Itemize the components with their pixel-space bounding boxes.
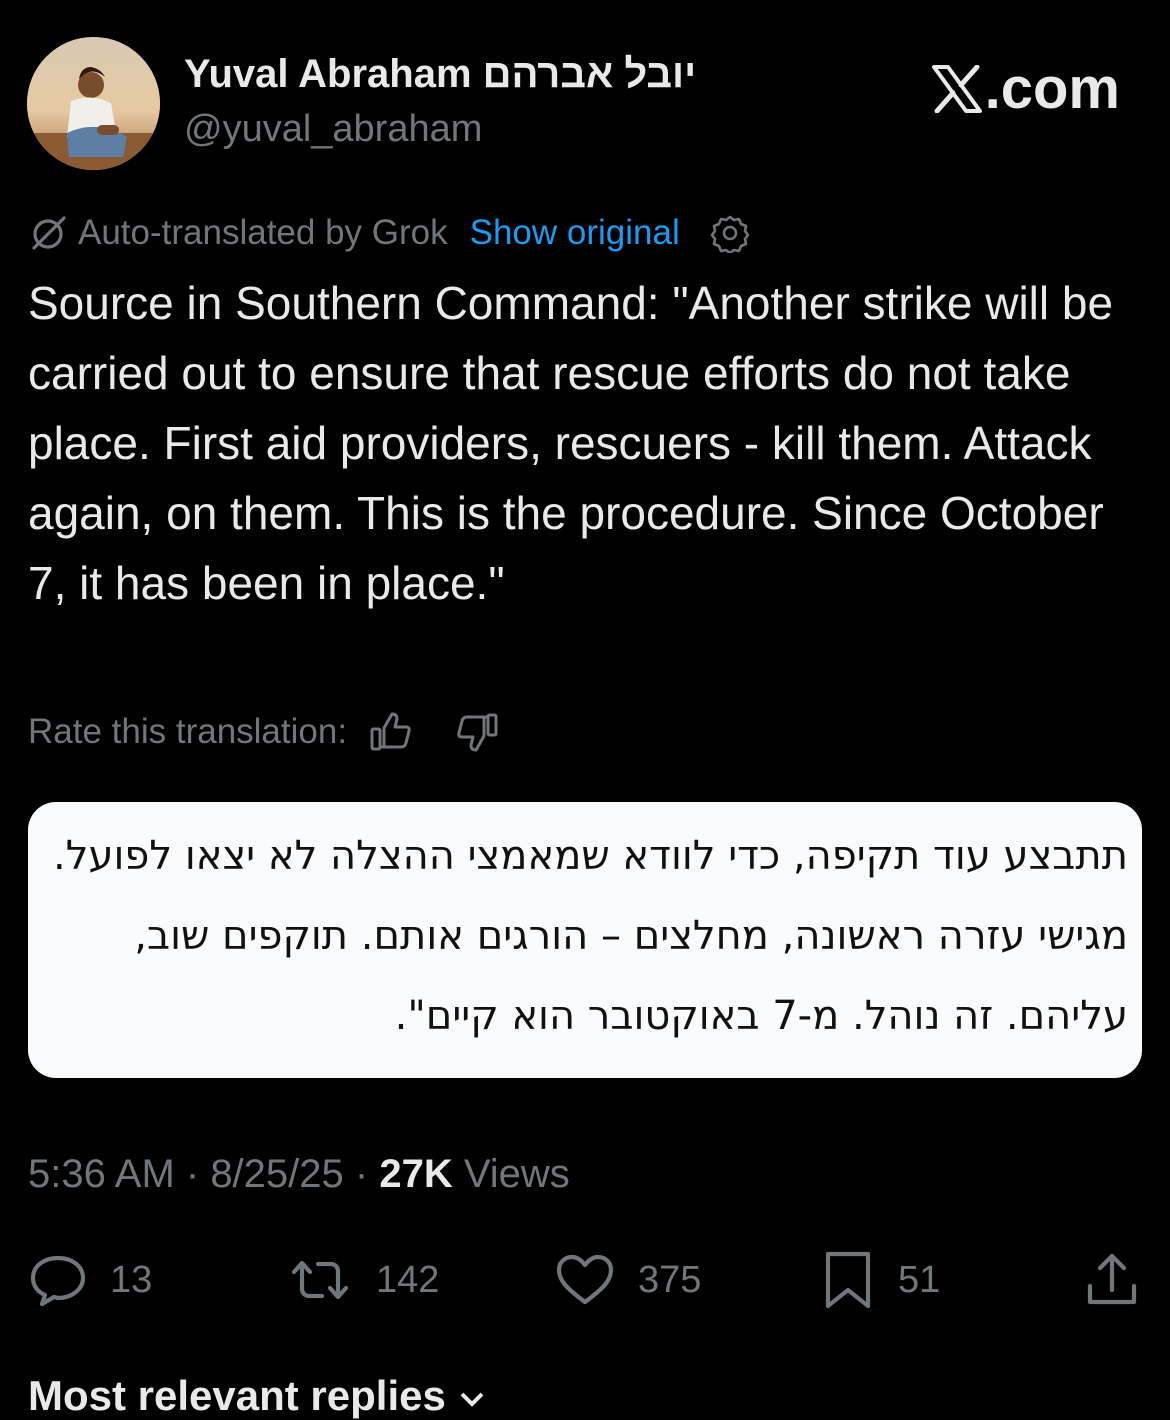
translation-notice-label: Auto-translated by Grok xyxy=(78,213,448,252)
tweet-text: Source in Southern Command: "Another str… xyxy=(28,277,1114,609)
repost-button[interactable]: 142 xyxy=(286,1248,439,1312)
show-original-link[interactable]: Show original xyxy=(470,213,680,253)
bookmark-icon xyxy=(825,1251,871,1309)
thumbs-down-icon[interactable] xyxy=(455,712,499,752)
meta-separator: · xyxy=(343,1152,380,1196)
meta-separator: · xyxy=(174,1152,211,1196)
author-handle[interactable]: @yuval_abraham xyxy=(184,108,482,151)
thumbs-up-icon[interactable] xyxy=(369,712,413,752)
x-com-watermark: .com xyxy=(931,55,1120,122)
tweet-date[interactable]: 8/25/25 xyxy=(210,1152,343,1196)
author-name[interactable]: Yuval Abraham יובל אברהם xyxy=(184,52,696,97)
action-bar: 13 142 375 51 xyxy=(28,1248,1140,1312)
like-button[interactable]: 375 xyxy=(554,1248,701,1312)
share-button[interactable] xyxy=(1084,1248,1140,1312)
heart-icon xyxy=(556,1254,614,1305)
x-logo-icon xyxy=(931,64,982,113)
avatar[interactable] xyxy=(27,37,160,170)
repost-icon xyxy=(291,1260,349,1300)
reply-icon xyxy=(30,1255,86,1307)
share-icon xyxy=(1087,1253,1137,1305)
grok-icon xyxy=(28,213,68,253)
original-text-box: תתבצע עוד תקיפה, כדי לוודא שמאמצי ההצלה … xyxy=(28,802,1142,1078)
avatar-photo xyxy=(27,37,160,170)
repost-count: 142 xyxy=(376,1258,440,1301)
replies-sort-dropdown[interactable]: Most relevant replies xyxy=(28,1372,486,1420)
translation-notice: Auto-translated by Grok Show original xyxy=(28,208,750,258)
tweet-time[interactable]: 5:36 AM xyxy=(28,1152,175,1196)
rate-translation-label: Rate this translation: xyxy=(28,712,348,751)
original-text-line: עליהם. זה נוהל. מ-7 באוקטובר הוא קיים". xyxy=(394,993,1128,1039)
rate-translation: Rate this translation: xyxy=(28,707,499,757)
views-count[interactable]: 27K xyxy=(379,1152,452,1196)
gear-icon[interactable] xyxy=(710,213,750,253)
tweet-meta: 5:36 AM · 8/25/25 · 27K Views xyxy=(28,1152,570,1197)
original-text-line: תתבצע עוד תקיפה, כדי לוודא שמאמצי ההצלה … xyxy=(53,833,1128,879)
like-count: 375 xyxy=(638,1258,702,1301)
views-label: Views xyxy=(452,1152,570,1196)
bookmark-count: 51 xyxy=(898,1258,941,1301)
x-com-domain: .com xyxy=(984,56,1120,121)
reply-count: 13 xyxy=(110,1258,153,1301)
reply-button[interactable]: 13 xyxy=(28,1248,152,1312)
bookmark-button[interactable]: 51 xyxy=(820,1248,940,1312)
original-text-line: מגישי עזרה ראשונה, מחלצים – הורגים אותם.… xyxy=(134,913,1128,959)
